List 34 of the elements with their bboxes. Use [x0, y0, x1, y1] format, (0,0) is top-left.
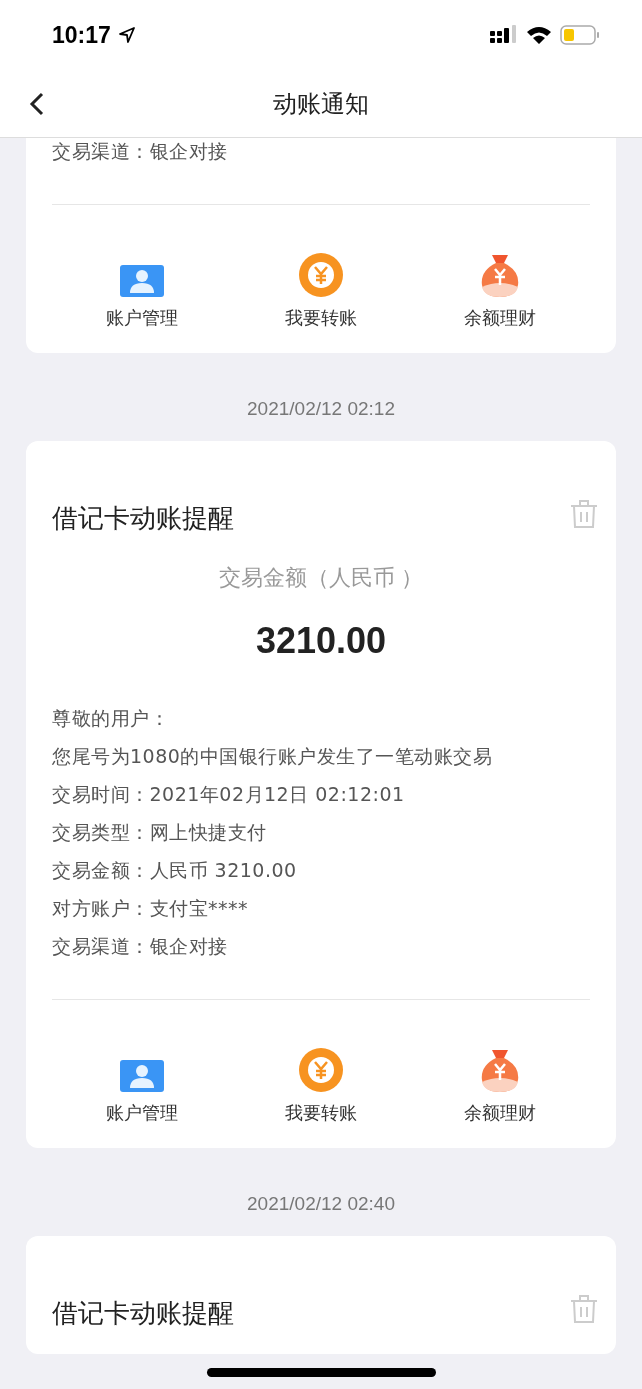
shortcut-button[interactable]: 账户管理 [52, 1046, 232, 1124]
detail-line: 交易金额：人民币 3210.00 [52, 858, 298, 883]
page-title: 动账通知 [273, 88, 369, 120]
shortcut-button[interactable]: 我要转账 [231, 251, 411, 329]
yen-coin-icon [299, 1048, 343, 1092]
battery-icon [560, 24, 600, 46]
detail-line: 交易渠道：银企对接 [52, 139, 229, 164]
date-label: 2021/02/12 02:40 [246, 1192, 396, 1216]
shortcut-button[interactable]: 我要转账 [231, 1046, 411, 1124]
yen-coin-icon [299, 253, 343, 297]
shortcut-button[interactable]: 账户管理 [52, 251, 232, 329]
shortcut-button[interactable]: 余额理财 [410, 251, 590, 329]
detail-line: 交易渠道：银企对接 [52, 934, 229, 959]
detail-line: 交易类型：网上快捷支付 [52, 820, 268, 845]
notice-title: 借记卡动账提醒 [52, 1297, 234, 1330]
amount-label: 交易金额（人民币 ） [217, 564, 425, 592]
detail-line: 交易时间：2021年02月12日 02:12:01 [52, 782, 406, 807]
detail-line: 尊敬的用户： [52, 706, 170, 731]
money-bag-icon [480, 1048, 521, 1092]
shortcut-button[interactable]: 余额理财 [410, 1046, 590, 1124]
user-card-icon [119, 265, 164, 297]
user-card-icon [119, 1060, 164, 1092]
trash-icon[interactable] [570, 499, 598, 529]
money-bag-icon [480, 253, 521, 297]
status-time: 10:17 [52, 21, 111, 49]
date-label: 2021/02/12 02:12 [246, 397, 396, 421]
amount-value: 3210.00 [254, 619, 388, 663]
wifi-icon [526, 25, 552, 45]
notice-title: 借记卡动账提醒 [52, 502, 234, 535]
signal-icon [490, 25, 518, 45]
detail-line: 对方账户：支付宝**** [52, 896, 249, 921]
detail-line: 您尾号为1080的中国银行账户发生了一笔动账交易 [52, 744, 494, 769]
trash-icon[interactable] [570, 1294, 598, 1324]
location-arrow-icon [118, 27, 135, 43]
